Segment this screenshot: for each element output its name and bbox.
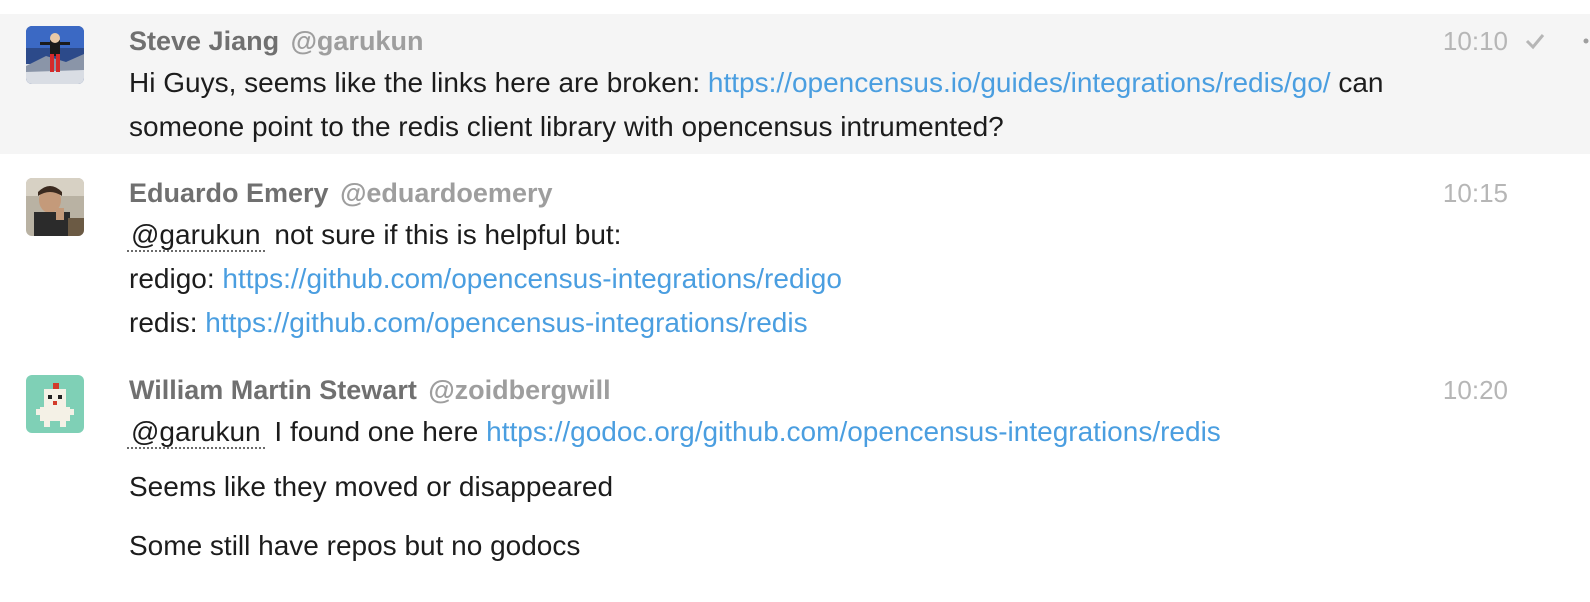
message-text: not sure if this is helpful but:: [274, 219, 622, 250]
user-mention[interactable]: @garukun: [127, 219, 265, 252]
chat-message: William Martin Stewart @zoidbergwill @ga…: [0, 363, 1590, 583]
message-text: can: [1338, 67, 1384, 98]
message-link[interactable]: https://opencensus.io/guides/integration…: [708, 67, 1331, 98]
avatar[interactable]: [26, 26, 84, 84]
message-text-line: redis: https://github.com/opencensus-int…: [129, 301, 1510, 345]
message-timestamp[interactable]: 10:10: [1443, 21, 1508, 61]
message-text: Hi Guys, seems like the links here are b…: [129, 67, 701, 98]
message-body: William Martin Stewart @zoidbergwill @ga…: [127, 370, 1510, 568]
checkmark-icon: [1524, 21, 1546, 61]
message-link[interactable]: https://godoc.org/github.com/opencensus-…: [486, 416, 1221, 447]
message-link[interactable]: https://github.com/opencensus-integratio…: [222, 263, 842, 294]
author-handle[interactable]: @eduardoemery: [340, 178, 552, 208]
user-mention[interactable]: @garukun: [127, 416, 265, 449]
message-header: Steve Jiang @garukun: [129, 21, 1510, 61]
message-text: I found one here: [274, 416, 479, 447]
message-text-line: someone point to the redis client librar…: [129, 105, 1510, 149]
message-text: Seems like they moved or disappeared: [129, 471, 614, 502]
message-text-line: @garukun not sure if this is helpful but…: [127, 213, 1510, 257]
message-header: William Martin Stewart @zoidbergwill: [129, 370, 1510, 410]
avatar[interactable]: [26, 375, 84, 433]
chat-message-list: Steve Jiang @garukun Hi Guys, seems like…: [0, 0, 1590, 602]
message-text: redis:: [129, 307, 198, 338]
avatar[interactable]: [26, 178, 84, 236]
author-handle[interactable]: @zoidbergwill: [428, 375, 610, 405]
author-name[interactable]: Steve Jiang: [129, 26, 279, 56]
message-timestamp[interactable]: 10:15: [1443, 173, 1508, 213]
chat-message: Eduardo Emery @eduardoemery @garukun not…: [0, 166, 1590, 346]
message-text-line: @garukun I found one here https://godoc.…: [127, 410, 1510, 454]
message-text-line: Hi Guys, seems like the links here are b…: [129, 61, 1510, 105]
message-body: Eduardo Emery @eduardoemery @garukun not…: [127, 173, 1510, 345]
more-options-icon[interactable]: [1580, 21, 1590, 61]
message-text-line: Seems like they moved or disappeared: [129, 465, 1510, 509]
message-text: someone point to the redis client librar…: [129, 111, 1004, 142]
message-text-line: redigo: https://github.com/opencensus-in…: [129, 257, 1510, 301]
message-text: redigo:: [129, 263, 215, 294]
chat-message: Steve Jiang @garukun Hi Guys, seems like…: [0, 14, 1590, 154]
message-header: Eduardo Emery @eduardoemery: [129, 173, 1510, 213]
message-link[interactable]: https://github.com/opencensus-integratio…: [205, 307, 807, 338]
message-body: Steve Jiang @garukun Hi Guys, seems like…: [129, 21, 1510, 149]
message-timestamp[interactable]: 10:20: [1443, 370, 1508, 410]
author-name[interactable]: William Martin Stewart: [129, 375, 417, 405]
message-text: Some still have repos but no godocs: [129, 530, 581, 561]
message-text-line: Some still have repos but no godocs: [129, 524, 1510, 568]
author-handle[interactable]: @garukun: [291, 26, 424, 56]
author-name[interactable]: Eduardo Emery: [129, 178, 329, 208]
